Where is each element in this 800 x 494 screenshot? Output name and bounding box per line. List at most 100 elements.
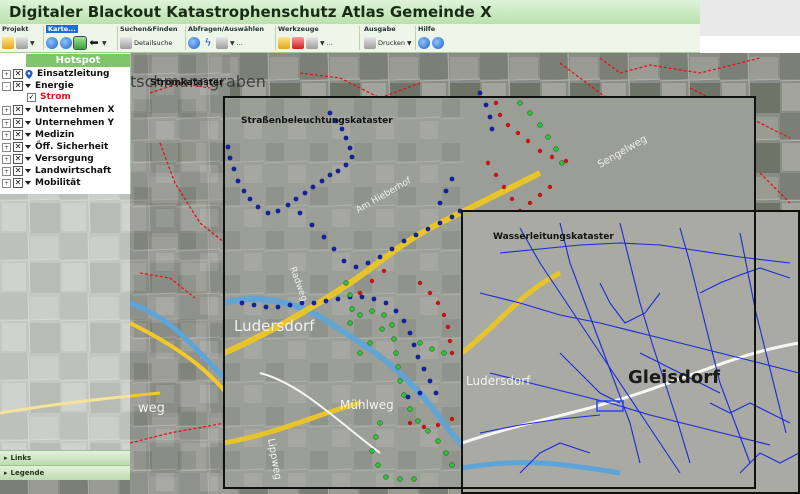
chevron-down-icon[interactable]: ▼ xyxy=(320,40,325,47)
layer-item-unternehmen-y[interactable]: + ✕ Unternehmen Y xyxy=(2,118,114,128)
layer-label: Versorgung xyxy=(35,154,94,164)
toolbar-group-ausgabe: Ausgabe Drucken ▼ xyxy=(362,24,414,52)
layer-checkbox[interactable]: ✓ xyxy=(27,92,36,102)
app-title: Digitaler Blackout Katastrophenschutz At… xyxy=(9,3,492,21)
inset-label-wasserleitung: Wasserleitungskataster xyxy=(493,232,614,242)
chevron-down-icon[interactable]: ▼ xyxy=(30,40,35,47)
layer-checkbox[interactable]: ✕ xyxy=(13,69,23,79)
inset-label-stromkataster: Stromkataster xyxy=(150,78,224,88)
street-label-weg: weg xyxy=(138,401,165,416)
expand-toggle[interactable]: + xyxy=(2,69,11,79)
about-icon[interactable] xyxy=(432,37,444,49)
layer-item-medizin[interactable]: + ✕ Medizin xyxy=(2,130,74,140)
chevron-down-icon[interactable]: ▼ xyxy=(102,40,107,47)
toolbar: Projekt ▼ Karte... ⬅ ▼ Suchen&Finden Det… xyxy=(0,24,700,53)
layer-checkbox[interactable]: ✕ xyxy=(13,81,23,91)
layer-label: Energie xyxy=(35,81,74,91)
layer-item-energie[interactable]: - ✕ Energie xyxy=(2,81,74,91)
accordion-label: Legende xyxy=(10,469,45,477)
toolbar-group-label: Karte... xyxy=(46,25,78,33)
layer-item-versorgung[interactable]: + ✕ Versorgung xyxy=(2,154,94,164)
printer-icon[interactable] xyxy=(364,37,376,49)
select-icon[interactable] xyxy=(216,37,228,49)
chevron-down-icon[interactable] xyxy=(25,84,31,88)
expand-toggle[interactable]: + xyxy=(2,166,11,176)
expand-toggle[interactable]: + xyxy=(2,178,11,188)
layer-panel: Hotspot + ✕ Einsatzleitung - ✕ Energie ✓… xyxy=(0,53,131,194)
chevron-down-icon[interactable] xyxy=(25,108,31,112)
toolbar-group-label: Abfragen/Auswählen xyxy=(188,25,264,33)
toolbar-group-suchen: Suchen&Finden Detailsuche xyxy=(118,24,184,52)
inset-label-strassenbeleuchtung: Straßenbeleuchtungskataster xyxy=(241,116,393,126)
layer-item-unternehmen-x[interactable]: + ✕ Unternehmen X xyxy=(2,105,114,115)
detailsuche-button[interactable]: Detailsuche xyxy=(134,39,172,47)
toolbar-group-label: Hilfe xyxy=(418,25,436,33)
binoculars-icon[interactable] xyxy=(120,37,132,49)
chevron-right-icon: ▸ xyxy=(4,454,8,462)
lightning-icon[interactable]: ϟ xyxy=(202,37,214,49)
expand-toggle[interactable]: + xyxy=(2,130,11,140)
expand-toggle[interactable]: + xyxy=(2,118,11,128)
save-icon[interactable] xyxy=(16,37,28,49)
layer-checkbox[interactable]: ✕ xyxy=(13,154,23,164)
chevron-down-icon[interactable] xyxy=(25,169,31,173)
drucken-button[interactable]: Drucken xyxy=(378,39,405,47)
layer-checkbox[interactable]: ✕ xyxy=(13,130,23,140)
layer-item-strom[interactable]: ✓ Strom xyxy=(27,92,71,102)
accordion-label: Links xyxy=(10,454,32,462)
window-background xyxy=(700,0,800,36)
layer-item-mobilitaet[interactable]: + ✕ Mobilität xyxy=(2,178,81,188)
toolbar-group-werkzeuge: Werkzeuge ▼ ... xyxy=(276,24,358,52)
chevron-down-icon[interactable] xyxy=(25,121,31,125)
title-bar: Digitaler Blackout Katastrophenschutz At… xyxy=(0,0,700,25)
chart-icon[interactable] xyxy=(292,37,304,49)
links-panel-toggle[interactable]: ▸ Links xyxy=(0,450,130,465)
toolbar-group-label: Werkzeuge xyxy=(278,25,319,33)
layer-label: Mobilität xyxy=(35,178,81,188)
layer-panel-header: Hotspot xyxy=(26,54,130,67)
more-menu[interactable]: ... xyxy=(237,39,243,47)
layer-checkbox[interactable]: ✕ xyxy=(13,118,23,128)
layer-checkbox[interactable]: ✕ xyxy=(13,142,23,152)
expand-toggle[interactable]: + xyxy=(2,142,11,152)
zoom-out-icon[interactable] xyxy=(60,37,72,49)
layer-item-einsatzleitung[interactable]: + ✕ Einsatzleitung xyxy=(2,69,109,79)
legende-panel-toggle[interactable]: ▸ Legende xyxy=(0,465,130,480)
pan-hand-icon[interactable] xyxy=(73,36,87,50)
chevron-down-icon[interactable] xyxy=(25,133,31,137)
layer-label: Unternehmen X xyxy=(35,105,115,115)
toolbar-group-projekt: Projekt ▼ xyxy=(0,24,42,52)
location-pin-icon xyxy=(25,69,33,79)
layer-checkbox[interactable]: ✕ xyxy=(13,105,23,115)
toolbar-group-label: Projekt xyxy=(2,25,29,33)
back-arrow-icon[interactable]: ⬅ xyxy=(88,37,100,49)
pen-icon[interactable] xyxy=(306,37,318,49)
layer-label: Strom xyxy=(40,92,71,102)
inset-frame-wasserleitung xyxy=(461,210,800,494)
chevron-down-icon[interactable] xyxy=(25,181,31,185)
toolbar-group-hilfe: Hilfe xyxy=(416,24,450,52)
folder-open-icon[interactable] xyxy=(2,37,14,49)
chevron-down-icon[interactable] xyxy=(25,157,31,161)
layer-checkbox[interactable]: ✕ xyxy=(13,166,23,176)
chevron-down-icon[interactable] xyxy=(25,145,31,149)
info-icon[interactable] xyxy=(188,37,200,49)
layer-label: Öff. Sicherheit xyxy=(35,142,109,152)
layer-label: Einsatzleitung xyxy=(37,69,110,79)
toolbar-group-label: Ausgabe xyxy=(364,25,396,33)
expand-toggle[interactable]: + xyxy=(2,154,11,164)
ruler-icon[interactable] xyxy=(278,37,290,49)
layer-item-oeff-sicherheit[interactable]: + ✕ Öff. Sicherheit xyxy=(2,142,108,152)
expand-toggle[interactable]: + xyxy=(2,105,11,115)
layer-label: Medizin xyxy=(35,130,75,140)
toolbar-group-abfragen: Abfragen/Auswählen ϟ ▼ ... xyxy=(186,24,274,52)
more-menu[interactable]: ... xyxy=(327,39,333,47)
help-icon[interactable] xyxy=(418,37,430,49)
zoom-in-icon[interactable] xyxy=(46,37,58,49)
chevron-down-icon[interactable]: ▼ xyxy=(407,40,412,47)
chevron-down-icon[interactable]: ▼ xyxy=(230,40,235,47)
panel-spacer xyxy=(0,194,130,450)
layer-checkbox[interactable]: ✕ xyxy=(13,178,23,188)
collapse-toggle[interactable]: - xyxy=(2,81,11,91)
layer-item-landwirtschaft[interactable]: + ✕ Landwirtschaft xyxy=(2,166,111,176)
